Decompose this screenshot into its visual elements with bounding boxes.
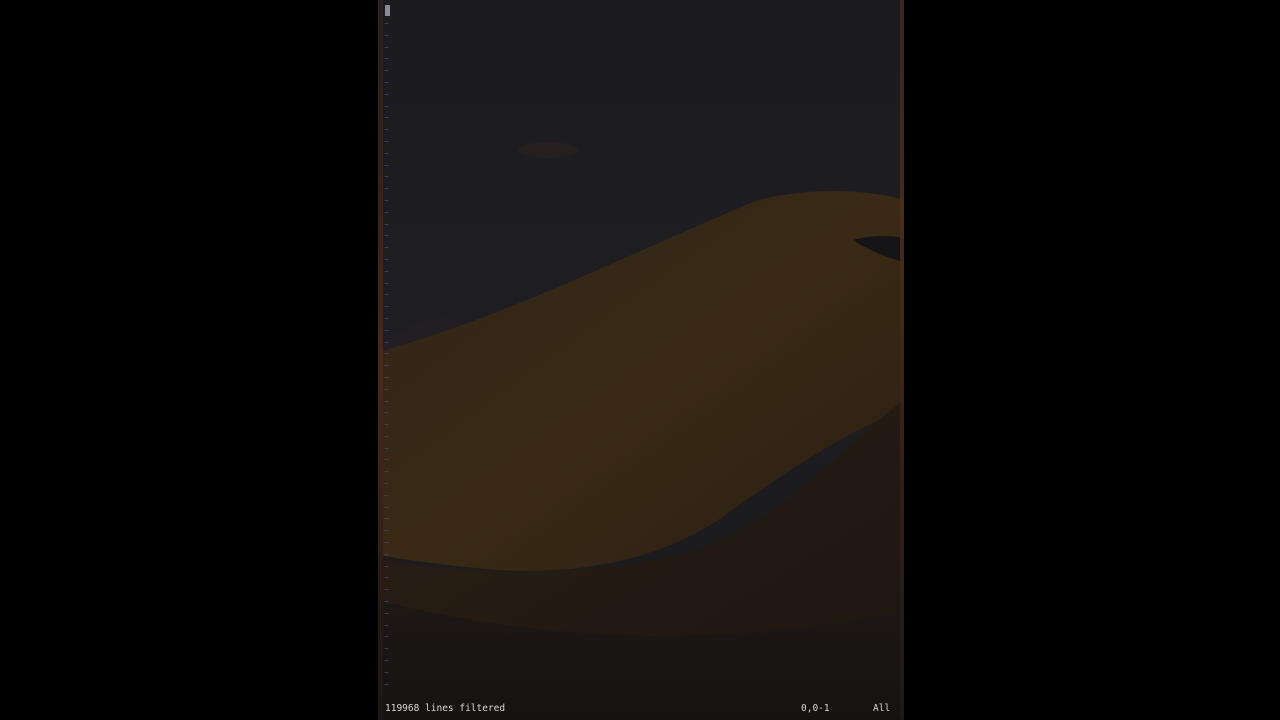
empty-line-marker: ~: [384, 620, 389, 630]
empty-line-marker: ~: [384, 337, 389, 347]
empty-line-marker: ~: [384, 148, 389, 158]
empty-line-marker: ~: [384, 42, 389, 52]
empty-line-marker: ~: [384, 19, 389, 28]
empty-line-marker: ~: [384, 54, 389, 64]
scroll-position-indicator: All: [873, 703, 891, 714]
empty-line-marker: ~: [384, 455, 389, 465]
empty-line-marker: ~: [384, 266, 389, 276]
empty-line-marker: ~: [384, 667, 389, 677]
empty-line-marker: ~: [384, 502, 389, 512]
empty-line-marker: ~: [384, 195, 389, 205]
empty-line-marker: ~: [384, 514, 389, 524]
screen: ~ ~ ~ ~ ~ ~ ~ ~ ~ ~ ~ ~ ~ ~ ~ ~ ~ ~ ~ ~ ~ ~ ~ ~ ~ ~ ~ ~ ~ ~ ~ ~ ~ ~ ~ ~ ~ ~ ~ ~…: [0, 0, 1280, 720]
empty-line-marker: ~: [384, 573, 389, 583]
empty-line-marker: ~: [384, 538, 389, 548]
empty-line-marker: ~: [384, 66, 389, 76]
empty-line-marker: ~: [384, 656, 389, 666]
empty-line-marker: ~: [384, 89, 389, 99]
empty-line-marker: ~: [384, 278, 389, 288]
empty-line-marker: ~: [384, 219, 389, 229]
empty-line-marker: ~: [384, 325, 389, 335]
empty-line-marker: ~: [384, 597, 389, 607]
empty-line-marker: ~: [384, 77, 389, 87]
empty-line-marker: ~: [384, 479, 389, 489]
window-border-right: [900, 0, 904, 720]
empty-line-marker: ~: [384, 526, 389, 536]
empty-line-marker: ~: [384, 408, 389, 418]
empty-line-marker: ~: [384, 136, 389, 146]
empty-line-marker: ~: [384, 632, 389, 642]
empty-line-marker: ~: [384, 101, 389, 111]
empty-line-marker: ~: [384, 113, 389, 123]
terminal-window[interactable]: ~ ~ ~ ~ ~ ~ ~ ~ ~ ~ ~ ~ ~ ~ ~ ~ ~ ~ ~ ~ ~ ~ ~ ~ ~ ~ ~ ~ ~ ~ ~ ~ ~ ~ ~ ~ ~ ~ ~ ~…: [378, 0, 904, 720]
text-cursor: [385, 5, 390, 16]
empty-line-marker: ~: [384, 313, 389, 323]
empty-line-marker: ~: [384, 561, 389, 571]
empty-line-marker: ~: [384, 361, 389, 371]
status-message: 119968 lines filtered: [385, 703, 506, 714]
empty-line-marker: ~: [384, 231, 389, 241]
empty-line-marker: ~: [384, 384, 389, 394]
empty-line-marker: ~: [384, 207, 389, 217]
empty-line-marker: ~: [384, 254, 389, 264]
vim-buffer[interactable]: ~ ~ ~ ~ ~ ~ ~ ~ ~ ~ ~ ~ ~ ~ ~ ~ ~ ~ ~ ~ ~ ~ ~ ~ ~ ~ ~ ~ ~ ~ ~ ~ ~ ~ ~ ~ ~ ~ ~ ~…: [384, 2, 896, 696]
empty-line-marker: ~: [384, 585, 389, 595]
empty-line-markers: ~ ~ ~ ~ ~ ~ ~ ~ ~ ~ ~ ~ ~ ~ ~ ~ ~ ~ ~ ~ ~ ~ ~ ~ ~ ~ ~ ~ ~ ~ ~ ~ ~ ~ ~ ~ ~ ~ ~ ~…: [384, 18, 394, 698]
empty-line-marker: ~: [384, 608, 389, 618]
empty-line-marker: ~: [384, 396, 389, 406]
empty-line-marker: ~: [384, 679, 389, 689]
empty-line-marker: ~: [384, 302, 389, 312]
empty-line-marker: ~: [384, 420, 389, 430]
window-border-left: [378, 0, 383, 720]
empty-line-marker: ~: [384, 172, 389, 182]
empty-line-marker: ~: [384, 125, 389, 135]
empty-line-marker: ~: [384, 490, 389, 500]
cursor-position-indicator: 0,0-1: [801, 703, 830, 714]
vim-statusline: 119968 lines filtered 0,0-1 All: [385, 702, 891, 716]
empty-line-marker: ~: [384, 443, 389, 453]
empty-line-marker: ~: [384, 160, 389, 170]
empty-line-marker: ~: [384, 184, 389, 194]
empty-line-marker: ~: [384, 644, 389, 654]
empty-line-marker: ~: [384, 431, 389, 441]
empty-line-marker: ~: [384, 467, 389, 477]
empty-line-marker: ~: [384, 372, 389, 382]
empty-line-marker: ~: [384, 549, 389, 559]
empty-line-marker: ~: [384, 349, 389, 359]
empty-line-marker: ~: [384, 30, 389, 40]
empty-line-marker: ~: [384, 290, 389, 300]
empty-line-marker: ~: [384, 243, 389, 253]
